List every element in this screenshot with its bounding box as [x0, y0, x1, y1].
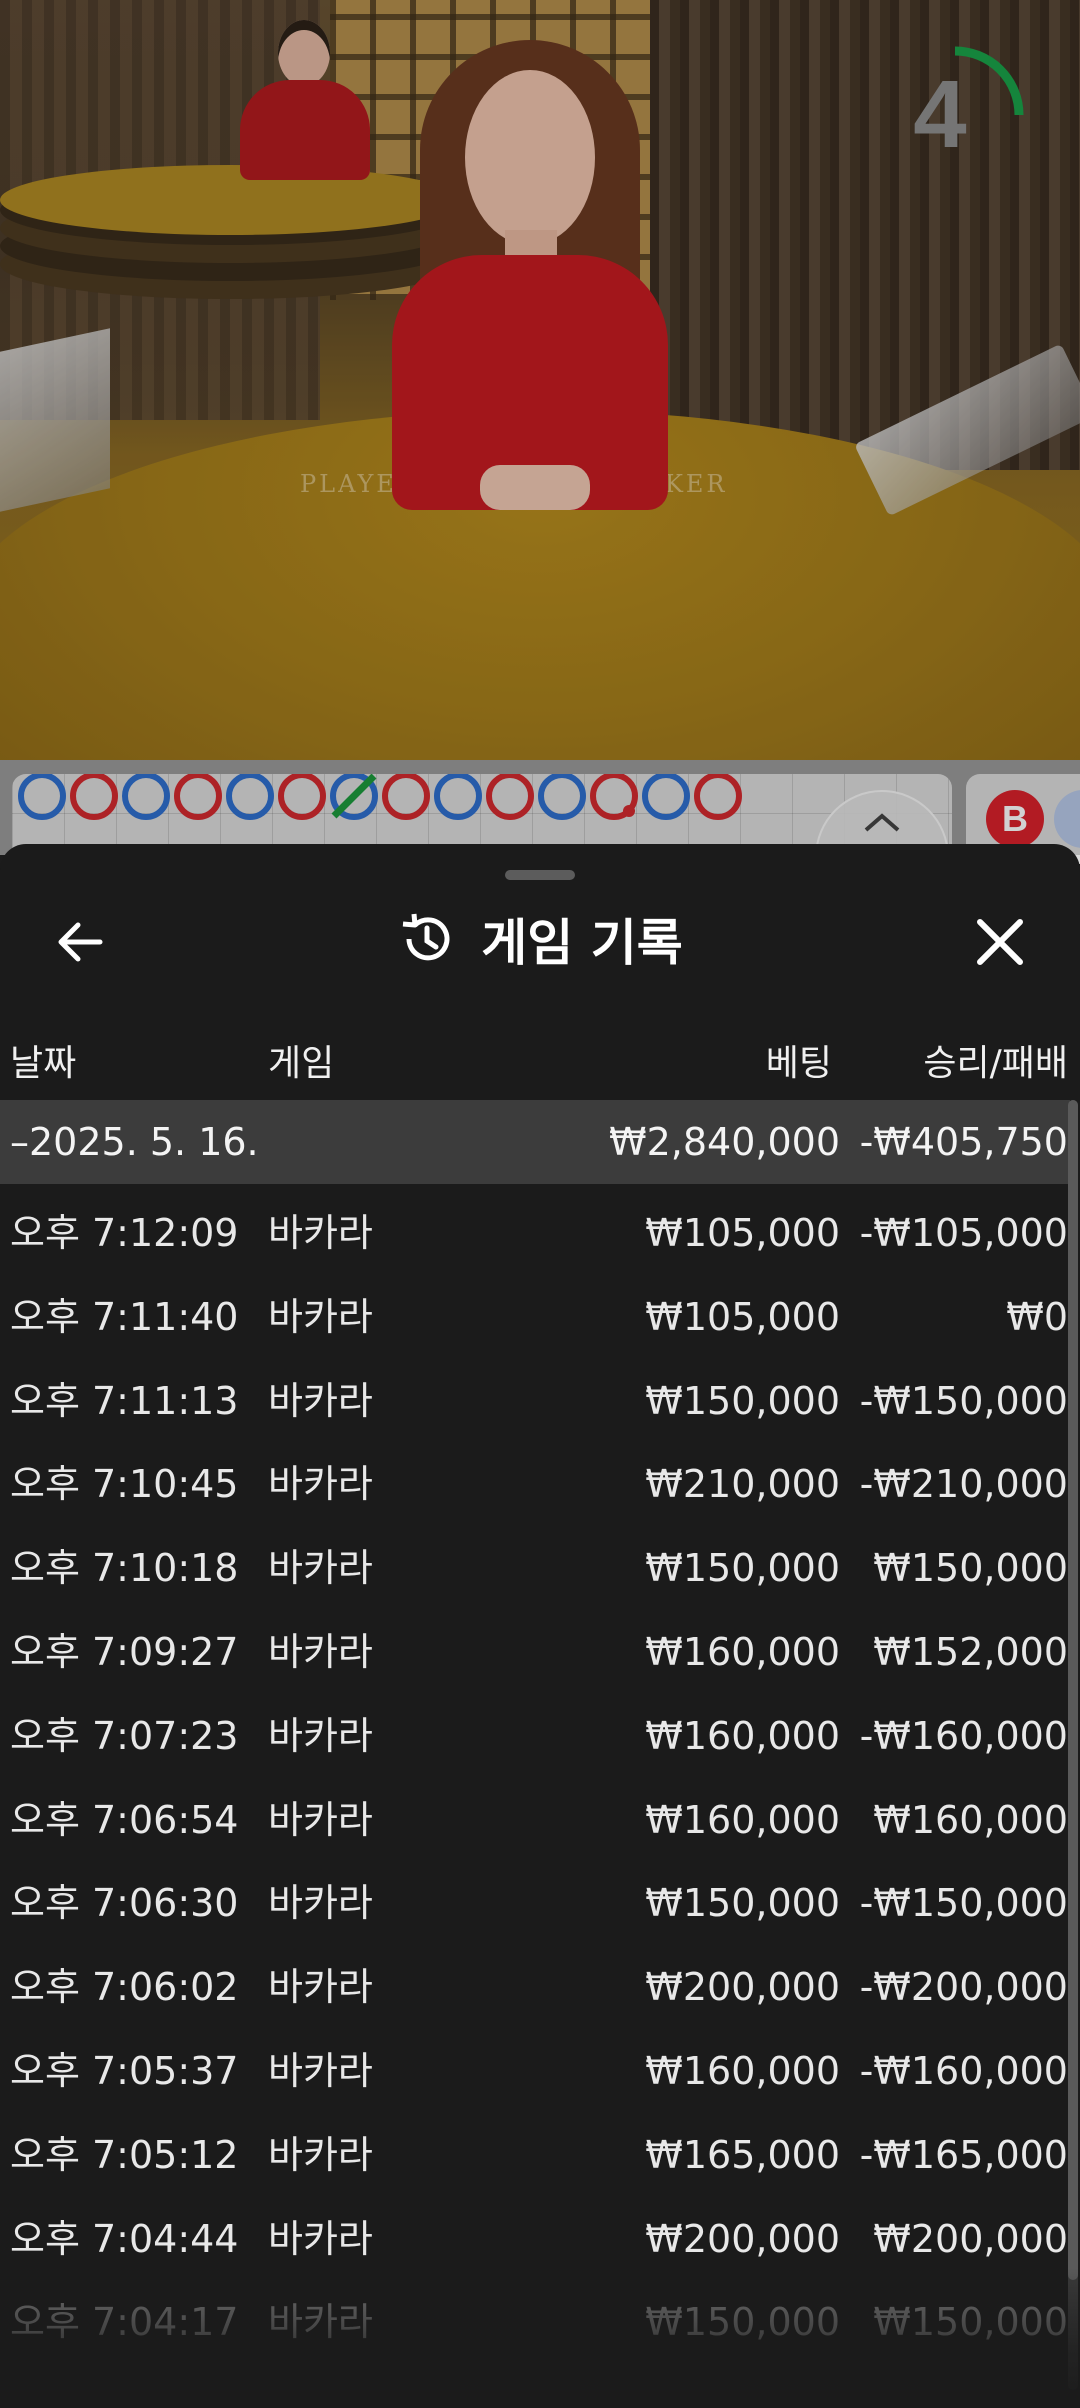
history-row[interactable]: 오후 7:12:09 바카라 ₩105,000 -₩105,000: [0, 1192, 1070, 1276]
history-row[interactable]: 오후 7:06:30 바카라 ₩150,000 -₩150,000: [0, 1862, 1070, 1946]
row-win-loss: ₩160,000: [873, 1797, 1068, 1842]
row-win-loss: -₩160,000: [859, 2048, 1068, 2093]
row-win-loss: ₩0: [1006, 1294, 1068, 1339]
sheet-title: 게임 기록: [0, 884, 1080, 994]
row-game: 바카라: [268, 2132, 373, 2177]
history-row[interactable]: 오후 7:11:40 바카라 ₩105,000 ₩0: [0, 1276, 1070, 1360]
list-fade-overlay: [0, 2268, 1080, 2408]
column-header-bet: 베팅: [765, 1043, 832, 1084]
history-icon: [403, 913, 450, 961]
row-bet: ₩210,000: [645, 1462, 840, 1507]
history-row[interactable]: 오후 7:05:37 바카라 ₩160,000 -₩160,000: [0, 2030, 1070, 2114]
row-bet: ₩160,000: [645, 1629, 840, 1674]
history-row[interactable]: 오후 7:10:45 바카라 ₩210,000 -₩210,000: [0, 1443, 1070, 1527]
row-game: 바카라: [268, 1713, 373, 1758]
history-scrollbar-thumb[interactable]: [1068, 1100, 1078, 2280]
close-icon: [977, 919, 1023, 965]
day-summary-row[interactable]: –2025. 5. 16. ₩2,840,000 -₩405,750: [0, 1100, 1070, 1184]
row-win-loss: -₩150,000: [859, 1378, 1068, 1423]
row-win-loss: -₩210,000: [859, 1462, 1068, 1507]
row-game: 바카라: [268, 1462, 373, 1507]
row-time: 오후 7:05:12: [10, 2132, 239, 2177]
row-win-loss: -₩165,000: [859, 2132, 1068, 2177]
row-time: 오후 7:06:54: [10, 1797, 239, 1842]
history-row[interactable]: 오후 7:10:18 바카라 ₩150,000 ₩150,000: [0, 1527, 1070, 1611]
close-button[interactable]: [970, 912, 1030, 972]
row-bet: ₩160,000: [645, 1713, 840, 1758]
row-game: 바카라: [268, 1881, 373, 1926]
row-bet: ₩165,000: [645, 2132, 840, 2177]
sheet-drag-handle[interactable]: [505, 870, 575, 880]
row-bet: ₩105,000: [645, 1294, 840, 1339]
history-scrollbar[interactable]: [1068, 1100, 1078, 2390]
row-win-loss: -₩200,000: [859, 1965, 1068, 2010]
row-bet: ₩200,000: [645, 1965, 840, 2010]
sheet-title-text: 게임 기록: [481, 914, 683, 972]
summary-date: –2025. 5. 16.: [10, 1120, 259, 1164]
row-game: 바카라: [268, 1797, 373, 1842]
row-bet: ₩150,000: [645, 1546, 840, 1591]
sheet-header: 게임 기록: [0, 884, 1080, 994]
column-header-date: 날짜: [10, 1043, 77, 1084]
column-header-win-loss: 승리/패배: [923, 1043, 1068, 1084]
history-row[interactable]: 오후 7:06:54 바카라 ₩160,000 ₩160,000: [0, 1779, 1070, 1863]
row-game: 바카라: [268, 1211, 373, 1255]
row-win-loss: -₩160,000: [859, 1713, 1068, 1758]
row-time: 오후 7:10:45: [10, 1462, 239, 1507]
row-time: 오후 7:05:37: [10, 2048, 239, 2093]
row-game: 바카라: [268, 2048, 373, 2093]
row-bet: ₩150,000: [645, 1881, 840, 1926]
row-bet: ₩150,000: [645, 1378, 840, 1423]
row-time: 오후 7:11:40: [10, 1294, 239, 1339]
history-row[interactable]: 오후 7:11:13 바카라 ₩150,000 -₩150,000: [0, 1360, 1070, 1444]
row-game: 바카라: [268, 1294, 373, 1339]
history-row[interactable]: 오후 7:05:12 바카라 ₩165,000 -₩165,000: [0, 2114, 1070, 2198]
game-history-sheet: 게임 기록 날짜 게임 베팅 승리/패배 –2025. 5. 16. ₩2,84…: [0, 844, 1080, 2408]
modal-backdrop[interactable]: [0, 0, 1080, 855]
row-bet: ₩105,000: [645, 1211, 840, 1255]
row-time: 오후 7:11:13: [10, 1378, 239, 1423]
row-time: 오후 7:06:02: [10, 1965, 239, 2010]
row-time: 오후 7:07:23: [10, 1713, 239, 1758]
row-time: 오후 7:09:27: [10, 1629, 239, 1674]
history-list: 오후 7:12:09 바카라 ₩105,000 -₩105,000 오후 7:11:40…: [0, 1192, 1070, 2365]
history-row[interactable]: 오후 7:06:02 바카라 ₩200,000 -₩200,000: [0, 1946, 1070, 2030]
row-bet: ₩160,000: [645, 1797, 840, 1842]
row-time: 오후 7:12:09: [10, 1211, 239, 1255]
row-bet: ₩160,000: [645, 2048, 840, 2093]
row-win-loss: -₩150,000: [859, 1881, 1068, 1926]
column-header-game: 게임: [268, 1043, 335, 1084]
row-game: 바카라: [268, 1965, 373, 2010]
history-row[interactable]: 오후 7:07:23 바카라 ₩160,000 -₩160,000: [0, 1695, 1070, 1779]
row-win-loss: ₩150,000: [873, 1546, 1068, 1591]
summary-win-loss: -₩405,750: [859, 1120, 1068, 1164]
row-time: 오후 7:06:30: [10, 1881, 239, 1926]
row-time: 오후 7:10:18: [10, 1546, 239, 1591]
row-win-loss: -₩105,000: [859, 1211, 1068, 1255]
summary-bet: ₩2,840,000: [609, 1120, 840, 1164]
row-game: 바카라: [268, 1378, 373, 1423]
row-win-loss: ₩152,000: [873, 1629, 1068, 1674]
history-row[interactable]: 오후 7:09:27 바카라 ₩160,000 ₩152,000: [0, 1611, 1070, 1695]
row-game: 바카라: [268, 1546, 373, 1591]
row-game: 바카라: [268, 1629, 373, 1674]
